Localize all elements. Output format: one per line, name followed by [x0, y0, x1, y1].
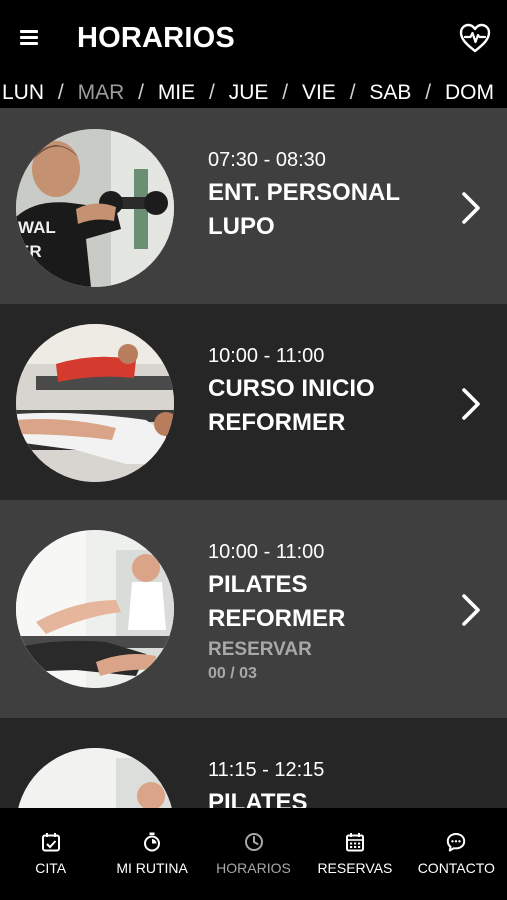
chevron-right-icon	[462, 594, 480, 626]
app-bar: HORARIOS	[0, 0, 507, 78]
class-name: ENT. PERSONAL LUPO	[208, 176, 438, 244]
class-card[interactable]: 10:00 - 11:00 CURSO INICIO REFORMER	[0, 304, 507, 500]
day-separator: /	[282, 81, 289, 104]
stopwatch-icon	[144, 832, 161, 852]
chevron-right-icon	[462, 192, 480, 224]
class-card[interactable]: 10:00 - 11:00 PILATES REFORMER RESERVAR …	[0, 500, 507, 718]
calendar-grid-icon	[345, 833, 364, 852]
class-time: 07:30 - 08:30	[208, 149, 326, 171]
class-name-line: CURSO INICIO	[208, 375, 375, 402]
class-photo	[16, 324, 174, 482]
class-name-line: REFORMER	[208, 605, 346, 632]
class-time: 10:00 - 11:00	[208, 541, 325, 563]
day-separator: /	[425, 81, 432, 104]
heart-pulse-icon[interactable]	[458, 22, 492, 54]
day-separator: /	[209, 81, 215, 104]
tab-reservas[interactable]: RESERVAS	[304, 808, 405, 900]
day-mie[interactable]: MIE	[158, 81, 195, 105]
page-title: HORARIOS	[77, 22, 235, 54]
chevron-right-icon	[462, 388, 480, 420]
menu-icon[interactable]	[18, 27, 42, 49]
class-card[interactable]: WAL ER 07:30 - 08:30 ENT. PERSONAL LUPO	[0, 108, 507, 304]
class-name-line: ENT. PERSONAL	[208, 179, 401, 206]
tab-label: RESERVAS	[317, 860, 393, 876]
class-name-line: PILATES	[208, 789, 308, 808]
day-separator: /	[138, 81, 144, 104]
class-time: 10:00 - 11:00	[208, 345, 325, 367]
tab-label: MI RUTINA	[116, 860, 188, 876]
day-separator: /	[57, 81, 64, 104]
day-sab[interactable]: SAB	[369, 81, 411, 105]
class-photo	[16, 530, 174, 688]
tab-label: CITA	[35, 860, 67, 876]
bottom-tab-bar: CITA MI RUTINA HORARIOS RESERVAS CONTACT…	[0, 808, 507, 900]
calendar-check-icon	[41, 833, 60, 852]
svg-text:WAL: WAL	[18, 218, 56, 237]
tab-label: HORARIOS	[216, 860, 291, 876]
class-time: 11:15 - 12:15	[208, 759, 325, 781]
class-card[interactable]: 11:15 - 12:15 PILATES	[0, 718, 507, 808]
chat-bubble-icon	[447, 833, 466, 852]
day-selector: LUN / MAR / MIE / JUE / VIE / SAB / DOM	[0, 78, 507, 108]
day-jue[interactable]: JUE	[229, 81, 269, 105]
day-dom[interactable]: DOM	[445, 81, 494, 105]
reserve-link[interactable]: RESERVAR	[208, 639, 312, 661]
tab-cita[interactable]: CITA	[0, 808, 101, 900]
day-mar[interactable]: MAR	[78, 81, 125, 105]
day-separator: /	[349, 81, 356, 104]
tab-contacto[interactable]: CONTACTO	[406, 808, 507, 900]
class-name: PILATES REFORMER	[208, 568, 438, 636]
clock-icon	[244, 833, 263, 851]
day-lun[interactable]: LUN	[2, 81, 44, 105]
class-name: PILATES	[208, 786, 438, 808]
spots-count: 00 / 03	[208, 665, 257, 682]
class-list: WAL ER 07:30 - 08:30 ENT. PERSONAL LUPO	[0, 108, 507, 808]
class-name: CURSO INICIO REFORMER	[208, 372, 438, 440]
svg-text:ER: ER	[18, 242, 42, 261]
tab-horarios[interactable]: HORARIOS	[203, 808, 304, 900]
class-name-line: PILATES	[208, 571, 308, 598]
class-photo	[16, 748, 174, 808]
class-photo: WAL ER	[16, 129, 174, 287]
class-name-line: LUPO	[208, 213, 275, 240]
day-vie[interactable]: VIE	[302, 81, 336, 105]
tab-mi-rutina[interactable]: MI RUTINA	[101, 808, 202, 900]
tab-label: CONTACTO	[417, 860, 495, 876]
class-name-line: REFORMER	[208, 409, 346, 436]
